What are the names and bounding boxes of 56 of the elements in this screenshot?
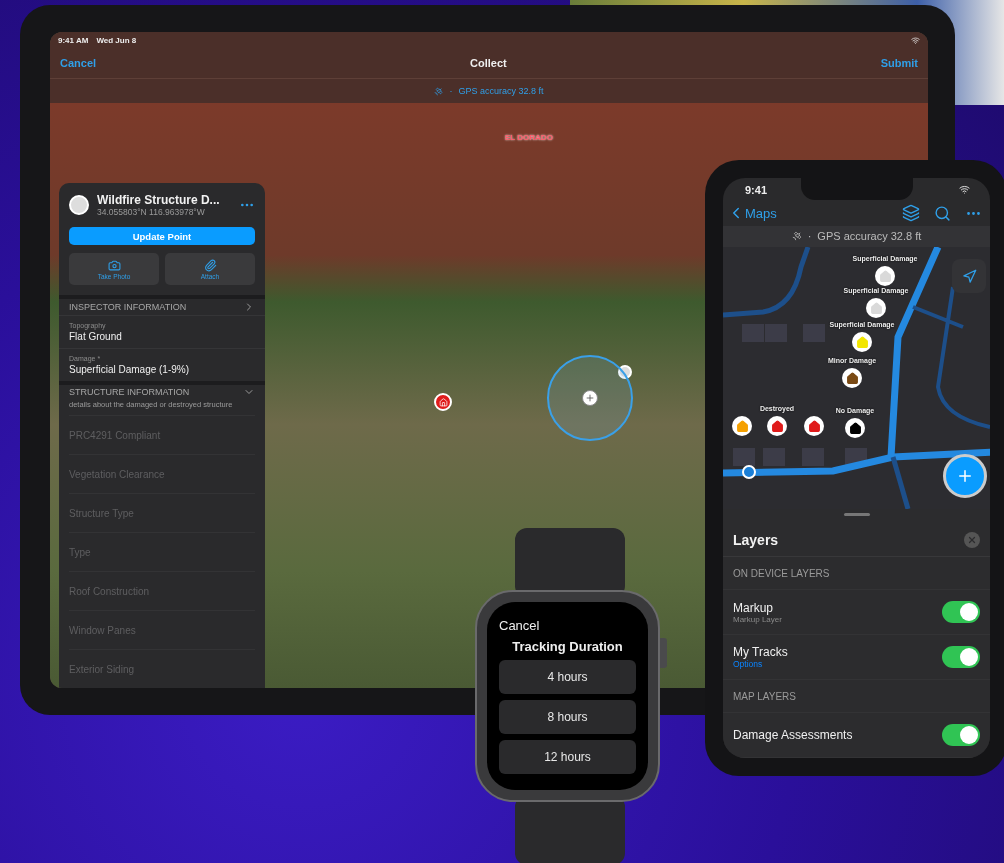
layer-name: Markup — [733, 600, 773, 615]
status-time: 9:41 — [745, 183, 768, 196]
wifi-icon — [959, 184, 970, 195]
close-icon — [967, 535, 977, 545]
toggle-switch[interactable] — [942, 646, 980, 668]
add-button[interactable] — [943, 454, 987, 498]
house-marker-icon[interactable] — [434, 393, 452, 411]
cancel-button[interactable]: Cancel — [60, 57, 97, 69]
separator-dot: · — [807, 230, 812, 243]
location-dot-icon — [742, 465, 756, 479]
feature-symbol-icon — [69, 195, 89, 215]
duration-option[interactable]: 12 hours — [499, 740, 636, 774]
satellite-icon — [791, 231, 802, 242]
locate-button[interactable] — [952, 259, 986, 293]
gps-accuracy: GPS accuracy 32.8 ft — [458, 86, 544, 96]
paperclip-icon — [203, 258, 217, 272]
toggle-switch[interactable] — [942, 724, 980, 746]
nav-title: Collect — [470, 57, 507, 69]
house-marker-icon[interactable] — [804, 416, 824, 436]
house-marker-icon[interactable] — [767, 416, 787, 436]
back-button[interactable]: Maps — [727, 204, 777, 223]
house-marker-icon[interactable] — [842, 368, 862, 388]
house-marker-icon[interactable] — [875, 266, 895, 286]
feature-title: Wildfire Structure D... — [97, 193, 221, 207]
layer-subtitle: Markup Layer — [733, 614, 783, 624]
navigation-arrow-icon — [961, 268, 977, 284]
separator-dot: · — [449, 86, 453, 96]
cancel-button[interactable]: Cancel — [499, 618, 636, 633]
status-date: Wed Jun 8 — [96, 35, 137, 45]
house-marker-icon[interactable] — [866, 298, 886, 318]
layer-name: Damage Assessments — [733, 728, 854, 742]
watch-title: Tracking Duration — [511, 639, 624, 654]
layer-name: My Tracks — [733, 645, 789, 659]
update-point-button[interactable]: Update Point — [69, 227, 255, 246]
plus-icon — [956, 467, 974, 485]
layers-icon[interactable] — [902, 204, 920, 223]
group-title: ON DEVICE LAYERS — [723, 557, 990, 590]
coordinates: 34.055803°N 116.963978°W — [97, 207, 206, 217]
house-marker-icon[interactable] — [852, 332, 872, 352]
search-icon[interactable] — [934, 204, 951, 222]
toggle-switch[interactable] — [942, 601, 980, 623]
submit-button[interactable]: Submit — [880, 57, 918, 69]
house-marker-icon[interactable] — [845, 418, 865, 438]
house-marker-icon[interactable] — [732, 416, 752, 436]
status-time: 9:41 AM — [58, 35, 89, 45]
duration-option[interactable]: 8 hours — [499, 700, 636, 734]
camera-icon — [107, 258, 121, 272]
duration-option[interactable]: 4 hours — [499, 660, 636, 694]
marker-icon[interactable] — [618, 365, 632, 379]
map-label: EL DORADO — [505, 133, 553, 142]
options-link[interactable]: Options — [733, 659, 942, 669]
gps-accuracy: GPS accuracy 32.8 ft — [817, 230, 922, 243]
sheet-title: Layers — [733, 532, 779, 548]
group-title: MAP LAYERS — [723, 680, 990, 713]
wifi-icon — [911, 35, 920, 45]
satellite-icon — [434, 86, 444, 96]
